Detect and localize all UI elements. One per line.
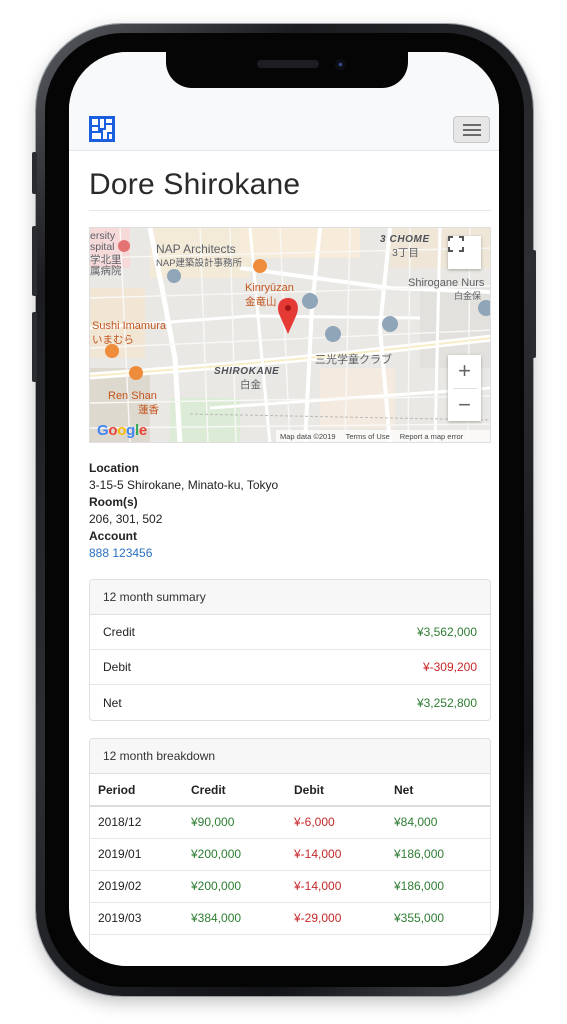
net-cell: ¥186,000: [386, 838, 490, 871]
summary-header: 12 month summary: [90, 580, 490, 615]
table-row: 2019/02 ¥200,000 ¥-14,000 ¥186,000: [90, 870, 490, 903]
account-link[interactable]: 888 123456: [89, 546, 152, 560]
table-row: 2019/01 ¥200,000 ¥-14,000 ¥186,000: [90, 838, 490, 871]
speaker-grille: [257, 60, 319, 68]
column-header-credit: Credit: [183, 774, 286, 807]
brand-logo-icon[interactable]: [89, 116, 115, 142]
debit-cell: ¥-14,000: [286, 870, 386, 903]
rooms-label: Room(s): [89, 495, 138, 509]
map-label-shirogane: Shirogane Nurs: [408, 277, 485, 289]
breakdown-card: 12 month breakdown Period Credit Debit N…: [89, 738, 491, 966]
map-zoom-controls: + −: [448, 355, 481, 421]
map-report-link[interactable]: Report a map error: [400, 432, 463, 441]
net-cell: ¥355,000: [386, 902, 490, 935]
period-cell: 2019/02: [90, 870, 183, 903]
table-row: 2018/12 ¥90,000 ¥-6,000 ¥84,000: [90, 806, 490, 839]
map-label-sanko: 三光学童クラブ: [315, 354, 392, 366]
map-label-kinryuzan-jp: 金竜山: [245, 296, 277, 308]
location-label: Location: [89, 461, 139, 475]
map-label-nap-jp: NAP建築設計事務所: [156, 258, 243, 269]
poi-place-icon: [167, 269, 181, 283]
google-logo[interactable]: Google: [97, 422, 147, 439]
map-label-shirokane: SHIROKANE: [214, 366, 280, 377]
credit-cell: ¥200,000: [183, 838, 286, 871]
period-cell: 2018/12: [90, 806, 183, 839]
summary-value: ¥3,252,800: [416, 695, 477, 710]
breakdown-table: Period Credit Debit Net 2018/12 ¥90,000 …: [90, 774, 490, 935]
column-header-net: Net: [386, 774, 490, 807]
map-label-sushi: Sushi Imamura: [92, 320, 166, 332]
map-label-renshan: Ren Shan: [108, 390, 157, 402]
volume-up-button: [32, 226, 37, 296]
summary-value: ¥3,562,000: [416, 625, 477, 639]
phone-screen: Dore Shirokane ersity spital 学北里 属病院 NAP…: [69, 52, 499, 966]
debit-cell: ¥-14,000: [286, 838, 386, 871]
phone-notch: [166, 52, 408, 88]
map-label-renshan-jp: 蓮香: [138, 404, 159, 416]
summary-value: ¥-309,200: [422, 660, 477, 674]
map-label-chome-jp: 3丁目: [392, 247, 419, 259]
title-divider: [89, 210, 491, 211]
account-label: Account: [89, 529, 137, 543]
property-info: Location 3-15-5 Shirokane, Minato-ku, To…: [89, 460, 489, 562]
rooms-value: 206, 301, 502: [89, 512, 163, 526]
column-header-debit: Debit: [286, 774, 386, 807]
map-zoom-in-button[interactable]: +: [448, 355, 481, 388]
summary-label: Credit: [103, 625, 136, 639]
net-cell: ¥186,000: [386, 870, 490, 903]
summary-card: 12 month summary Credit ¥3,562,000 Debit…: [89, 579, 491, 721]
credit-cell: ¥200,000: [183, 870, 286, 903]
hamburger-icon: [463, 134, 481, 136]
table-row: 2019/03 ¥384,000 ¥-29,000 ¥355,000: [90, 902, 490, 935]
map-terms-link[interactable]: Terms of Use: [346, 432, 390, 441]
poi-hospital-icon: [118, 240, 130, 252]
breakdown-header: 12 month breakdown: [90, 739, 490, 774]
credit-cell: ¥90,000: [183, 806, 286, 839]
menu-toggle-button[interactable]: [453, 116, 490, 143]
map-label-hospital-jp2: 属病院: [90, 265, 122, 277]
debit-cell: ¥-6,000: [286, 806, 386, 839]
location-value: 3-15-5 Shirokane, Minato-ku, Tokyo: [89, 478, 279, 492]
summary-row-debit: Debit ¥-309,200: [90, 650, 490, 685]
map-fullscreen-button[interactable]: [448, 236, 481, 269]
map-data-credit: Map data ©2019: [280, 432, 336, 441]
fullscreen-icon: [448, 236, 464, 252]
map-label-sushi-jp: いまむら: [92, 334, 134, 346]
summary-label: Debit: [103, 660, 132, 674]
period-cell: 2019/01: [90, 838, 183, 871]
map-label-shirogane-jp: 白金保: [454, 291, 482, 301]
summary-row-net: Net ¥3,252,800: [90, 685, 490, 720]
map-zoom-out-button[interactable]: −: [448, 388, 481, 421]
credit-cell: ¥384,000: [183, 902, 286, 935]
power-button: [531, 250, 536, 358]
column-header-period: Period: [90, 774, 183, 807]
map-label-nap: NAP Architects: [156, 242, 236, 256]
table-header-row: Period Credit Debit Net: [90, 774, 490, 807]
hamburger-icon: [463, 124, 481, 126]
page-title: Dore Shirokane: [89, 168, 301, 201]
summary-label: Net: [103, 695, 122, 710]
map-label-shirokane-jp: 白金: [240, 379, 261, 391]
hamburger-icon: [463, 129, 481, 131]
volume-down-button: [32, 312, 37, 382]
map-attribution-bar: Map data ©2019 Terms of Use Report a map…: [276, 430, 490, 442]
debit-cell: ¥-29,000: [286, 902, 386, 935]
net-cell: ¥84,000: [386, 806, 490, 839]
summary-row-credit: Credit ¥3,562,000: [90, 615, 490, 650]
period-cell: 2019/03: [90, 902, 183, 935]
mute-switch: [32, 152, 37, 194]
location-map[interactable]: ersity spital 学北里 属病院 NAP Architects NAP…: [89, 227, 491, 443]
map-label-chome: 3 CHOME: [380, 234, 430, 245]
map-label-kinryuzan: Kinryūzan: [245, 282, 294, 294]
front-camera: [335, 59, 346, 70]
